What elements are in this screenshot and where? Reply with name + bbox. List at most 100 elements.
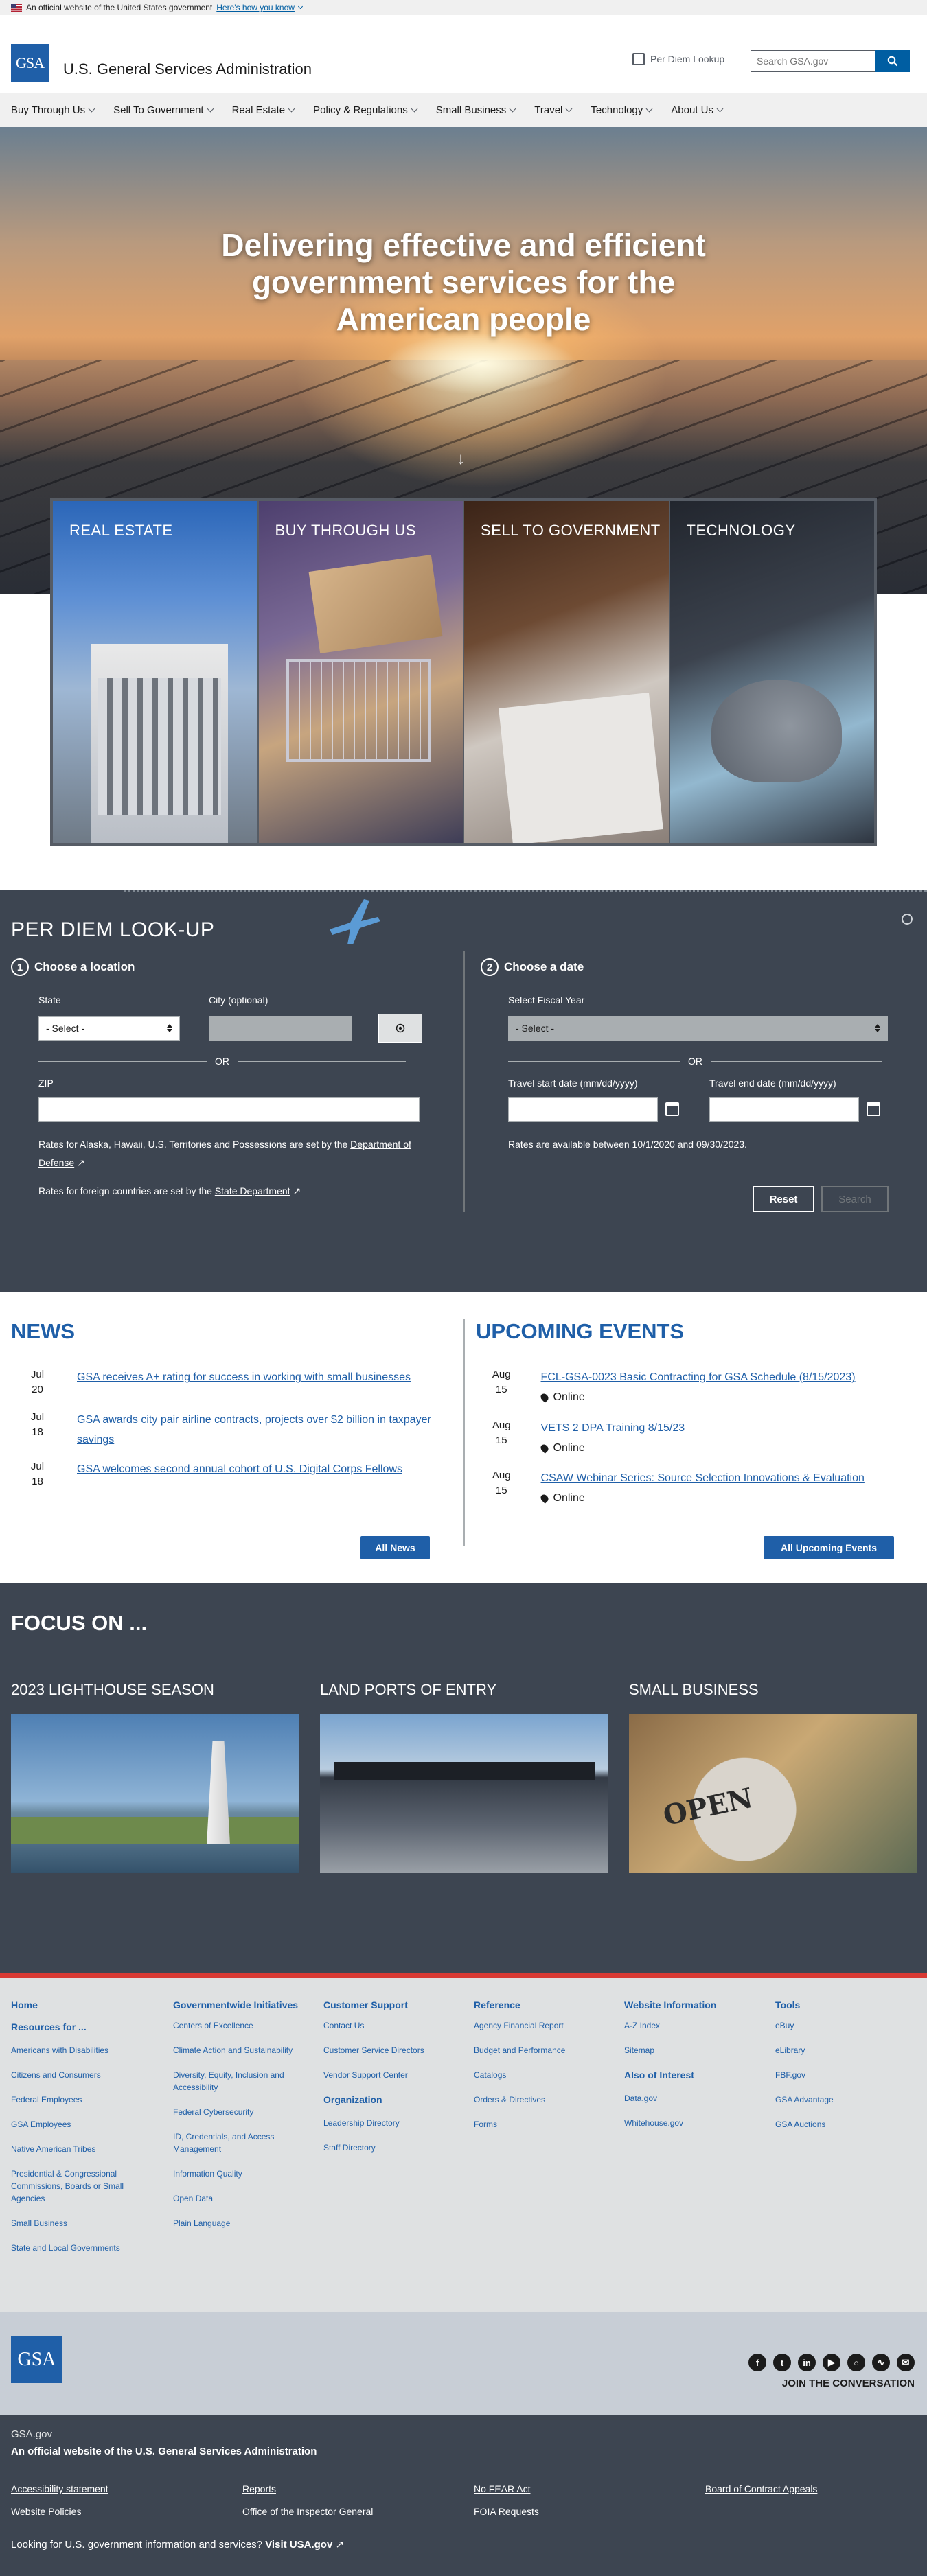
start-date-input[interactable]: [508, 1097, 658, 1122]
reset-button[interactable]: Reset: [753, 1186, 814, 1212]
footer-link[interactable]: Centers of Excellence: [173, 2019, 307, 2032]
calendar-icon[interactable]: [867, 1102, 880, 1116]
footer-link[interactable]: Catalogs: [474, 2069, 608, 2081]
twitter-icon[interactable]: t: [773, 2354, 791, 2371]
footer-link[interactable]: Vendor Support Center: [323, 2069, 457, 2081]
nav-sell-to-government[interactable]: Sell To Government: [113, 104, 214, 116]
tile-sell-to-government[interactable]: SELL TO GOVERNMENT: [463, 501, 669, 843]
footer-link[interactable]: Diversity, Equity, Inclusion and Accessi…: [173, 2069, 307, 2093]
event-link[interactable]: CSAW Webinar Series: Source Selection In…: [541, 1472, 865, 1484]
search-input[interactable]: [751, 50, 876, 72]
reports-link[interactable]: Reports: [242, 2483, 276, 2494]
youtube-icon[interactable]: ▶: [823, 2354, 840, 2371]
state-select[interactable]: - Select -: [38, 1016, 180, 1041]
footer-link[interactable]: Americans with Disabilities: [11, 2044, 145, 2056]
end-date-input[interactable]: [709, 1097, 859, 1122]
footer-gsa-logo[interactable]: GSA: [11, 2336, 62, 2383]
footer-link[interactable]: eLibrary: [775, 2044, 909, 2056]
footer-link[interactable]: Citizens and Consumers: [11, 2069, 145, 2081]
inspector-general-link[interactable]: Office of the Inspector General: [242, 2506, 373, 2517]
footer-link[interactable]: Contact Us: [323, 2019, 457, 2032]
fiscal-year-select[interactable]: - Select -: [508, 1016, 888, 1041]
website-policies-link[interactable]: Website Policies: [11, 2506, 81, 2517]
footer-link[interactable]: Presidential & Congressional Commissions…: [11, 2168, 145, 2205]
footer-link[interactable]: Budget and Performance: [474, 2044, 608, 2056]
footer-link[interactable]: Forms: [474, 2118, 608, 2131]
footer-link[interactable]: Orders & Directives: [474, 2093, 608, 2106]
email-icon[interactable]: ✉: [897, 2354, 915, 2371]
footer-link[interactable]: Customer Service Directors: [323, 2044, 457, 2056]
footer-link[interactable]: Staff Directory: [323, 2142, 457, 2154]
footer-link[interactable]: Whitehouse.gov: [624, 2117, 758, 2129]
footer-link[interactable]: Climate Action and Sustainability: [173, 2044, 307, 2056]
footer-link[interactable]: Open Data: [173, 2192, 307, 2205]
footer-link[interactable]: Federal Cybersecurity: [173, 2106, 307, 2118]
nav-real-estate[interactable]: Real Estate: [232, 104, 295, 116]
news-link[interactable]: GSA awards city pair airline contracts, …: [77, 1414, 431, 1446]
nav-travel[interactable]: Travel: [534, 104, 573, 116]
footer-link[interactable]: Native American Tribes: [11, 2143, 145, 2155]
footer-link[interactable]: Information Quality: [173, 2168, 307, 2180]
tile-buy-through-us[interactable]: BUY THROUGH US: [257, 501, 463, 843]
date-month: Aug: [492, 1419, 511, 1431]
rss-icon[interactable]: ∿: [872, 2354, 890, 2371]
footer-link[interactable]: Data.gov: [624, 2092, 758, 2104]
footer-home-link[interactable]: Home: [11, 1999, 145, 2011]
focus-card-small-business[interactable]: SMALL BUSINESS OPEN: [629, 1681, 917, 1873]
focus-card-lighthouse[interactable]: 2023 LIGHTHOUSE SEASON: [11, 1681, 299, 1873]
identifier-official-text: An official website of the U.S. General …: [11, 2446, 317, 2457]
visit-usa-gov-link[interactable]: Visit USA.gov: [265, 2539, 332, 2551]
per-diem-title: PER DIEM LOOK-UP: [11, 918, 215, 941]
footer-link[interactable]: GSA Advantage: [775, 2093, 909, 2106]
all-news-button[interactable]: All News: [360, 1536, 430, 1559]
open-sign-image: OPEN: [629, 1714, 917, 1873]
nav-technology[interactable]: Technology: [591, 104, 653, 116]
board-of-contract-appeals-link[interactable]: Board of Contract Appeals: [705, 2483, 817, 2494]
city-input[interactable]: [209, 1016, 352, 1041]
all-upcoming-events-button[interactable]: All Upcoming Events: [764, 1536, 894, 1559]
footer-link[interactable]: Agency Financial Report: [474, 2019, 608, 2032]
footer-link[interactable]: GSA Employees: [11, 2118, 145, 2131]
event-link[interactable]: VETS 2 DPA Training 8/15/23: [541, 1422, 685, 1434]
nav-about-us[interactable]: About Us: [671, 104, 724, 116]
footer-link[interactable]: ID, Credentials, and Access Management: [173, 2131, 307, 2155]
focus-card-land-ports[interactable]: LAND PORTS OF ENTRY: [320, 1681, 608, 1873]
footer-link[interactable]: GSA Auctions: [775, 2118, 909, 2131]
linkedin-icon[interactable]: in: [798, 2354, 816, 2371]
news-link[interactable]: GSA welcomes second annual cohort of U.S…: [77, 1463, 402, 1475]
footer-link[interactable]: Federal Employees: [11, 2093, 145, 2106]
per-diem-lookup-link[interactable]: Per Diem Lookup: [632, 53, 724, 65]
arrow-down-icon[interactable]: ↓: [457, 450, 465, 469]
use-my-location-button[interactable]: [378, 1014, 422, 1043]
foia-requests-link[interactable]: FOIA Requests: [474, 2506, 539, 2517]
footer-link[interactable]: Plain Language: [173, 2217, 307, 2229]
footer-link[interactable]: eBuy: [775, 2019, 909, 2032]
gsa-logo[interactable]: GSA: [11, 44, 49, 82]
per-diem-search-button[interactable]: Search: [821, 1186, 889, 1212]
tile-real-estate[interactable]: REAL ESTATE: [53, 501, 258, 843]
footer-link[interactable]: A-Z Index: [624, 2019, 758, 2032]
site-title[interactable]: U.S. General Services Administration: [63, 60, 312, 78]
footer-link[interactable]: State and Local Governments: [11, 2242, 145, 2254]
tile-technology[interactable]: TECHNOLOGY: [668, 501, 874, 843]
footer-link[interactable]: FBF.gov: [775, 2069, 909, 2081]
footer-link[interactable]: Small Business: [11, 2217, 145, 2229]
accessibility-statement-link[interactable]: Accessibility statement: [11, 2483, 108, 2494]
search-button[interactable]: [876, 50, 910, 72]
nav-buy-through-us[interactable]: Buy Through Us: [11, 104, 95, 116]
heres-how-you-know-link[interactable]: Here's how you know: [216, 3, 295, 12]
nav-small-business[interactable]: Small Business: [436, 104, 516, 116]
calendar-icon[interactable]: [665, 1102, 679, 1116]
footer-link[interactable]: Leadership Directory: [323, 2117, 457, 2129]
no-fear-act-link[interactable]: No FEAR Act: [474, 2483, 530, 2494]
zip-input[interactable]: [38, 1097, 420, 1122]
footer-col-initiatives: Governmentwide Initiatives Centers of Ex…: [173, 1999, 307, 2242]
footer-link[interactable]: Sitemap: [624, 2044, 758, 2056]
nav-policy-regulations[interactable]: Policy & Regulations: [313, 104, 418, 116]
event-link[interactable]: FCL-GSA-0023 Basic Contracting for GSA S…: [541, 1371, 856, 1383]
facebook-icon[interactable]: f: [748, 2354, 766, 2371]
select-arrows-icon: [167, 1024, 172, 1032]
state-department-link[interactable]: State Department: [215, 1185, 290, 1196]
news-link[interactable]: GSA receives A+ rating for success in wo…: [77, 1371, 411, 1383]
instagram-icon[interactable]: ○: [847, 2354, 865, 2371]
